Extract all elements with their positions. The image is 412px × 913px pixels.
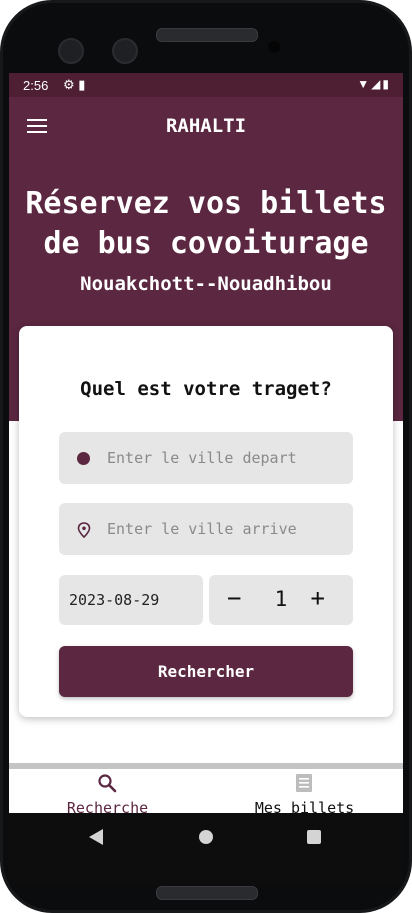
bottom-navigation: Recherche Mes billets (9, 763, 403, 819)
card-title: Quel est votre traget? (80, 378, 332, 400)
status-bar: 2:56 ⚙ ▮ ▼◢▮ (9, 73, 403, 97)
bottom-speaker (156, 886, 258, 900)
front-camera (58, 38, 84, 64)
headline-line-1: Réservez vos billets (25, 186, 387, 221)
date-picker[interactable]: 2023-08-29 (59, 575, 203, 625)
front-sensor (112, 38, 138, 64)
app-title: RAHALTI (165, 115, 247, 137)
search-card: Quel est votre traget? 2023-08-29 − 1 + (19, 326, 393, 717)
phone-frame: 2:56 ⚙ ▮ ▼◢▮ RAHALTI Réservez vos billet… (0, 0, 412, 913)
departure-input[interactable] (107, 432, 343, 484)
location-pin-icon (77, 522, 91, 538)
passenger-stepper: − 1 + (209, 575, 353, 625)
departure-field[interactable] (59, 432, 353, 484)
earpiece-speaker (156, 28, 258, 42)
signal-battery-icons: ▼◢▮ (357, 77, 391, 91)
proximity-sensor (268, 41, 280, 53)
app-screen: 2:56 ⚙ ▮ ▼◢▮ RAHALTI Réservez vos billet… (9, 73, 403, 885)
nav-item-mes-billets[interactable]: Mes billets (206, 769, 403, 819)
arrival-input[interactable] (107, 503, 343, 555)
hero-headline: Réservez vos billets de bus covoiturage (9, 184, 403, 264)
settings-icon: ⚙ ▮ (63, 77, 86, 92)
date-value: 2023-08-29 (69, 591, 160, 609)
status-time: 2:56 (23, 78, 49, 93)
arrival-field[interactable] (59, 503, 353, 555)
app-bar: RAHALTI (9, 97, 403, 153)
route-label: Nouakchott--Nouadhibou (80, 273, 332, 295)
recent-apps-icon[interactable] (307, 830, 321, 844)
passenger-count: 1 (274, 587, 288, 611)
home-icon[interactable] (199, 830, 213, 844)
circle-dot-icon (77, 452, 90, 465)
increment-button[interactable]: + (311, 584, 325, 612)
search-icon (98, 774, 117, 793)
nav-item-recherche[interactable]: Recherche (9, 769, 206, 819)
search-button[interactable]: Rechercher (59, 646, 353, 697)
headline-line-2: de bus covoiturage (43, 226, 369, 261)
back-icon[interactable] (89, 829, 103, 845)
tickets-icon (296, 774, 312, 792)
system-navigation-bar (9, 813, 403, 885)
